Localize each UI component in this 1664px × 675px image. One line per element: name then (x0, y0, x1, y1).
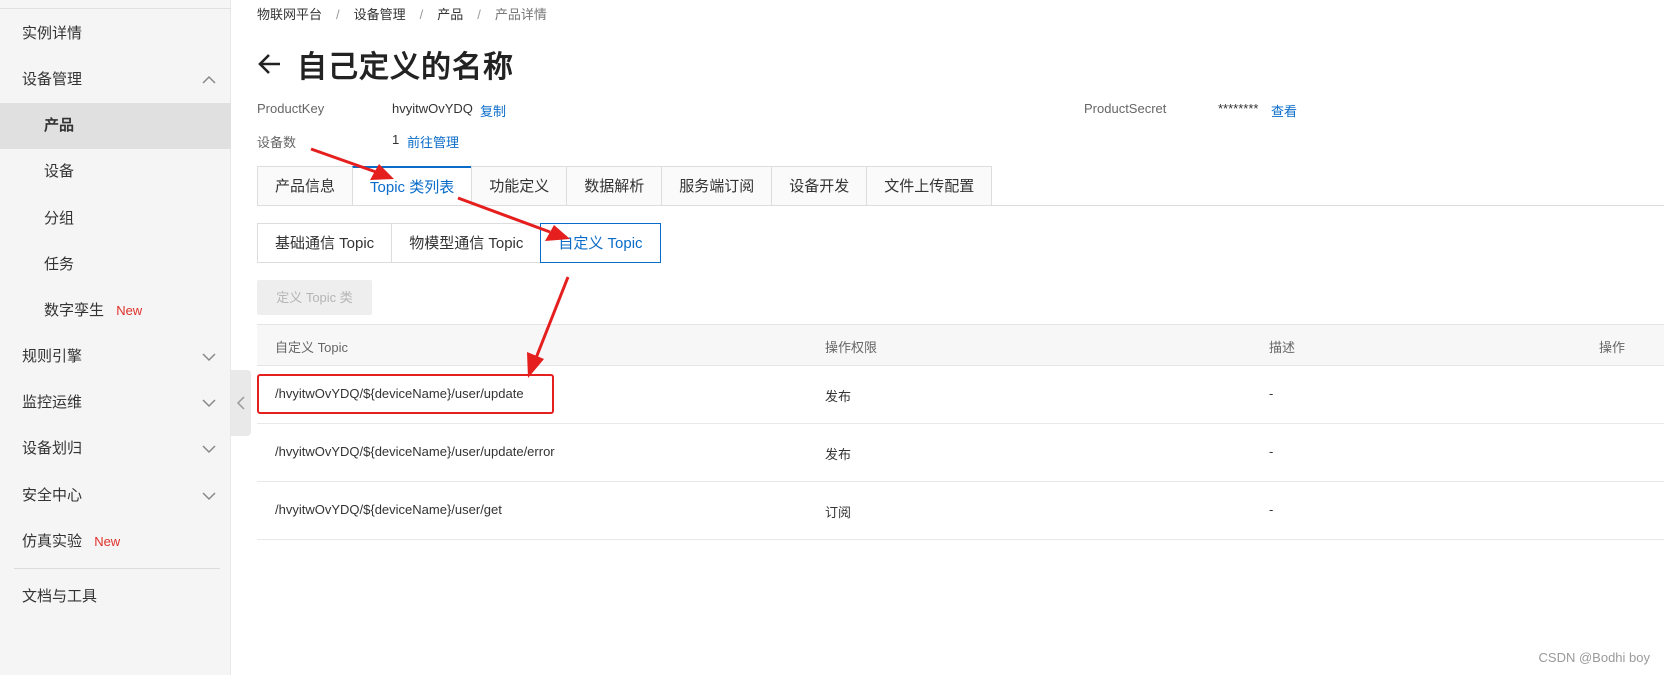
sidebar-item-docs-tools[interactable]: 文档与工具 (0, 574, 231, 620)
breadcrumb: 物联网平台 / 设备管理 / 产品 / 产品详情 (257, 7, 547, 22)
main-tabs: 产品信息 Topic 类列表 功能定义 数据解析 服务端订阅 设备开发 文件上传… (257, 166, 993, 206)
define-topic-button[interactable]: 定义 Topic 类 (257, 280, 372, 315)
copy-link[interactable]: 复制 (480, 101, 506, 120)
annotation-highlight-box (257, 374, 554, 414)
sidebar-item-instance-details[interactable]: 实例详情 (0, 11, 231, 57)
product-secret-value: ******** (1218, 101, 1259, 116)
sidebar-item-label: 设备 (44, 163, 75, 180)
sidebar-item-label: 产品 (44, 117, 75, 134)
device-count-label: 设备数 (257, 135, 297, 150)
sidebar-item-label: 实例详情 (22, 25, 83, 42)
divider (14, 568, 220, 569)
sidebar-item-device-management[interactable]: 设备管理 (0, 57, 231, 103)
sidebar-item-label: 数字孪生 (44, 302, 105, 319)
chevron-down-icon (202, 399, 216, 408)
chevron-left-icon (236, 396, 245, 410)
chevron-up-icon (202, 75, 216, 84)
table-row: /hvyitwOvYDQ/${deviceName}/user/update/e… (257, 424, 1664, 482)
table-row: /hvyitwOvYDQ/${deviceName}/user/get 订阅 - (257, 482, 1664, 540)
sidebar-item-rule-engine[interactable]: 规则引擎 (0, 334, 231, 380)
product-key-label: ProductKey (257, 101, 325, 116)
tab-device-development[interactable]: 设备开发 (771, 166, 867, 206)
permission-cell: 发布 (825, 389, 852, 404)
product-secret-label: ProductSecret (1084, 101, 1167, 116)
subtab-custom-topic[interactable]: 自定义 Topic (540, 223, 661, 263)
description-cell: - (1269, 444, 1274, 459)
permission-cell: 订阅 (825, 505, 852, 520)
sidebar-item-digital-twin[interactable]: 数字孪生 New (0, 288, 231, 334)
topic-table: 自定义 Topic 操作权限 描述 操作 /hvyitwOvYDQ/${devi… (257, 324, 1664, 540)
device-count-value: 1 (392, 132, 400, 147)
manage-devices-link[interactable]: 前往管理 (407, 132, 459, 151)
breadcrumb-item[interactable]: 设备管理 (354, 7, 406, 22)
sidebar-item-label: 规则引擎 (22, 348, 83, 365)
divider (257, 205, 1664, 206)
topic-cell: /hvyitwOvYDQ/${deviceName}/user/get (275, 502, 502, 517)
breadcrumb-item[interactable]: 物联网平台 (257, 7, 322, 22)
subtab-thing-model-topic[interactable]: 物模型通信 Topic (391, 223, 541, 263)
view-secret-link[interactable]: 查看 (1271, 101, 1297, 120)
tab-data-parsing[interactable]: 数据解析 (566, 166, 662, 206)
tab-feature-definition[interactable]: 功能定义 (471, 166, 567, 206)
column-header: 操作权限 (825, 340, 878, 355)
topic-cell: /hvyitwOvYDQ/${deviceName}/user/update/e… (275, 444, 555, 459)
description-cell: - (1269, 502, 1274, 517)
tab-topic-list[interactable]: Topic 类列表 (352, 166, 472, 206)
tab-product-info[interactable]: 产品信息 (257, 166, 353, 206)
tab-file-upload-config[interactable]: 文件上传配置 (866, 166, 993, 206)
sidebar-item-label: 监控运维 (22, 394, 83, 411)
permission-cell: 发布 (825, 447, 852, 462)
sidebar: 实例详情 设备管理 产品 设备 分组 任务 数字孪生 New 规则引擎 监控运维… (0, 0, 231, 675)
back-arrow-icon[interactable] (257, 51, 283, 77)
chevron-down-icon (202, 353, 216, 362)
product-key-value: hvyitwOvYDQ (392, 101, 473, 116)
topic-subtabs: 基础通信 Topic 物模型通信 Topic 自定义 Topic (257, 223, 661, 263)
column-header: 自定义 Topic (275, 340, 348, 355)
sidebar-item-label: 设备管理 (22, 71, 83, 88)
sidebar-item-label: 安全中心 (22, 487, 83, 504)
description-cell: - (1269, 386, 1274, 401)
sidebar-item-label: 文档与工具 (22, 588, 98, 605)
sidebar-item-label: 仿真实验 (22, 533, 83, 550)
sidebar-item-security-center[interactable]: 安全中心 (0, 473, 231, 519)
chevron-down-icon (202, 445, 216, 454)
column-header: 操作 (1599, 340, 1626, 355)
sidebar-item-simulation[interactable]: 仿真实验 New (0, 519, 231, 565)
sidebar-collapse-button[interactable] (231, 370, 251, 436)
title-row: 自己定义的名称 (257, 42, 514, 86)
sidebar-item-group[interactable]: 分组 (0, 196, 231, 242)
sidebar-item-label: 任务 (44, 256, 75, 273)
sidebar-item-task[interactable]: 任务 (0, 242, 231, 288)
subtab-basic-topic[interactable]: 基础通信 Topic (257, 223, 392, 263)
new-badge: New (116, 303, 143, 318)
breadcrumb-item[interactable]: 产品 (437, 7, 463, 22)
sidebar-item-label: 设备划归 (22, 440, 83, 457)
watermark: CSDN @Bodhi boy (1538, 650, 1650, 665)
page-title: 自己定义的名称 (297, 51, 514, 84)
tab-server-subscription[interactable]: 服务端订阅 (661, 166, 772, 206)
divider (0, 8, 231, 9)
table-header: 自定义 Topic 操作权限 描述 操作 (257, 324, 1664, 366)
new-badge: New (94, 534, 121, 549)
column-header: 描述 (1269, 340, 1296, 355)
sidebar-item-monitoring[interactable]: 监控运维 (0, 380, 231, 426)
sidebar-item-product[interactable]: 产品 (0, 103, 231, 149)
sidebar-item-device-allocation[interactable]: 设备划归 (0, 426, 231, 472)
sidebar-item-label: 分组 (44, 210, 75, 227)
chevron-down-icon (202, 492, 216, 501)
breadcrumb-current: 产品详情 (494, 7, 547, 22)
sidebar-item-device[interactable]: 设备 (0, 149, 231, 195)
